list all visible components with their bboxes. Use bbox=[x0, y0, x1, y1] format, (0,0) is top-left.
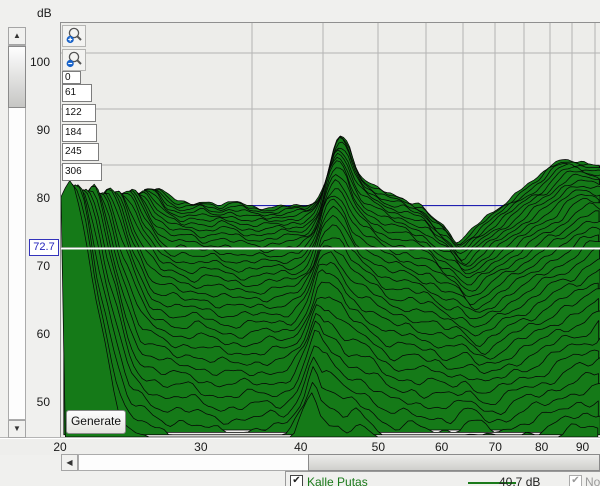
slice-time-field-2[interactable]: 122 bbox=[62, 104, 96, 122]
x-tick-label: 60 bbox=[435, 440, 448, 454]
arrow-left-icon: ◀ bbox=[62, 455, 77, 471]
legend-cursor-value: 40.7 dB bbox=[499, 475, 540, 486]
waterfall-app-window: dB 1009080706050 2030405060708090 72.7 ▲… bbox=[0, 0, 600, 486]
y-tick-label: 70 bbox=[37, 259, 50, 273]
slice-time-field-4[interactable]: 245 bbox=[62, 143, 99, 161]
x-tick-label: 80 bbox=[535, 440, 548, 454]
generate-button[interactable]: Generate bbox=[66, 410, 126, 434]
y-tick-label: 60 bbox=[37, 327, 50, 341]
check-icon: ✔ bbox=[292, 475, 300, 486]
y-tick-label: 90 bbox=[37, 123, 50, 137]
cursor-level-readout[interactable]: 72.7 bbox=[29, 239, 59, 256]
x-tick-label: 50 bbox=[372, 440, 385, 454]
hscroll-thumb[interactable] bbox=[308, 454, 600, 471]
legend-panel: ✔ Kalle Putas 40.7 dB ✔ No bbox=[285, 471, 600, 486]
legend-item-2-label: No bbox=[585, 475, 600, 486]
zoom-in-icon bbox=[63, 26, 85, 46]
slice-time-field-1[interactable]: 61 bbox=[62, 84, 92, 102]
y-tick-label: 80 bbox=[37, 191, 50, 205]
zoom-out-button[interactable] bbox=[62, 49, 86, 71]
zoom-in-button[interactable] bbox=[62, 25, 86, 47]
x-tick-label: 70 bbox=[489, 440, 502, 454]
x-tick-label: 90 bbox=[576, 440, 589, 454]
vscroll-up-button[interactable]: ▲ bbox=[8, 27, 26, 45]
x-tick-label: 40 bbox=[294, 440, 307, 454]
check-icon: ✔ bbox=[571, 475, 579, 486]
legend-checkbox-2[interactable]: ✔ bbox=[569, 475, 582, 486]
arrow-down-icon: ▼ bbox=[9, 421, 25, 437]
vscroll-thumb[interactable] bbox=[8, 46, 26, 108]
zoom-out-icon bbox=[63, 50, 85, 70]
slice-time-field-3[interactable]: 184 bbox=[62, 124, 97, 142]
y-tick-label: 100 bbox=[30, 55, 50, 69]
legend-measurement-name: Kalle Putas bbox=[307, 475, 368, 486]
waterfall-plot-canvas[interactable] bbox=[60, 22, 600, 438]
x-tick-label: 20 bbox=[53, 440, 66, 454]
slice-time-field-5[interactable]: 306 bbox=[62, 163, 102, 181]
x-tick-label: 30 bbox=[194, 440, 207, 454]
hscroll-left-button[interactable]: ◀ bbox=[61, 454, 78, 471]
arrow-up-icon: ▲ bbox=[9, 28, 25, 44]
legend-checkbox-measurement[interactable]: ✔ bbox=[290, 475, 303, 486]
vscroll-down-button[interactable]: ▼ bbox=[8, 420, 26, 438]
y-tick-label: 50 bbox=[37, 395, 50, 409]
slice-time-field-0[interactable]: 0 bbox=[62, 71, 81, 84]
x-axis: 20 30 40 50 60 70 80 90 bbox=[0, 437, 600, 455]
